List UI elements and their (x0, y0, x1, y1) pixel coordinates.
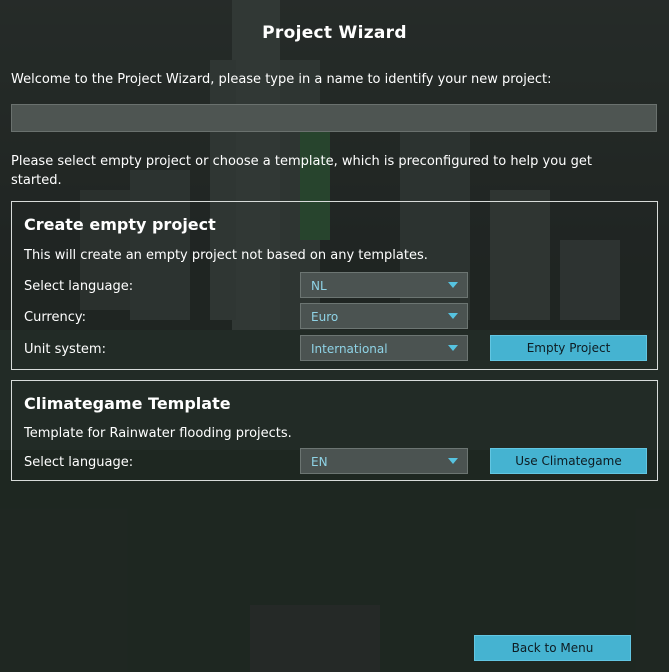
create-empty-project-panel: Create empty project This will create an… (11, 201, 658, 370)
chevron-down-icon (448, 458, 458, 464)
currency-label: Currency: (24, 310, 87, 325)
unit-system-label: Unit system: (24, 342, 106, 357)
empty-project-description: This will create an empty project not ba… (24, 248, 428, 263)
chevron-down-icon (448, 345, 458, 351)
project-name-input[interactable] (11, 104, 657, 132)
climategame-template-panel: Climategame Template Template for Rainwa… (11, 380, 658, 481)
unit-system-dropdown[interactable]: International (300, 335, 468, 361)
language-dropdown[interactable]: NL (300, 272, 468, 298)
climategame-language-dropdown[interactable]: EN (300, 448, 468, 474)
back-to-menu-button[interactable]: Back to Menu (474, 635, 631, 661)
empty-project-button[interactable]: Empty Project (490, 335, 647, 361)
chevron-down-icon (448, 282, 458, 288)
empty-project-title: Create empty project (24, 215, 216, 234)
unit-system-dropdown-value: International (311, 342, 388, 356)
currency-dropdown-value: Euro (311, 310, 339, 324)
chevron-down-icon (448, 313, 458, 319)
select-instructions: Please select empty project or choose a … (11, 154, 592, 188)
page-title: Project Wizard (262, 23, 407, 43)
climategame-language-value: EN (311, 455, 328, 469)
intro-text: Welcome to the Project Wizard, please ty… (11, 72, 552, 87)
language-label: Select language: (24, 279, 134, 294)
climategame-title: Climategame Template (24, 394, 231, 413)
climategame-language-label: Select language: (24, 455, 134, 470)
language-dropdown-value: NL (311, 279, 327, 293)
climategame-description: Template for Rainwater flooding projects… (24, 426, 292, 441)
use-climategame-button[interactable]: Use Climategame (490, 448, 647, 474)
currency-dropdown[interactable]: Euro (300, 303, 468, 329)
